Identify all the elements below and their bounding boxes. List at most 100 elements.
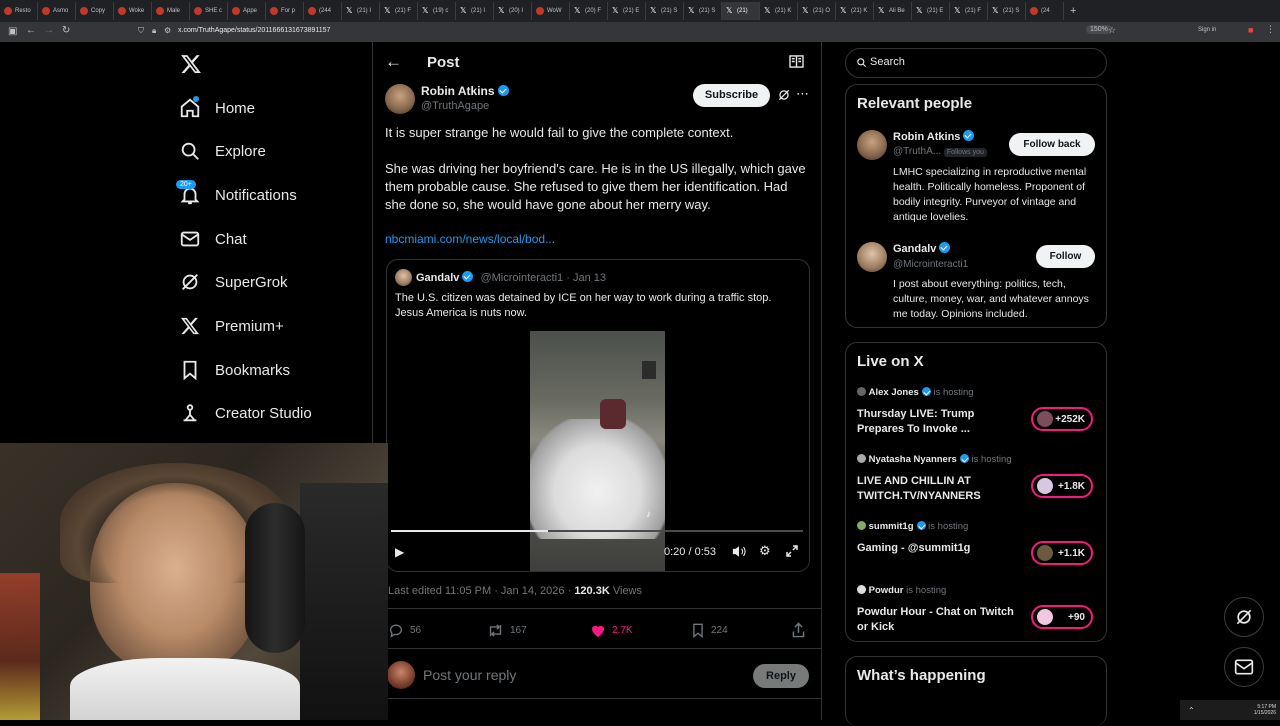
author-avatar[interactable] — [385, 84, 415, 114]
reader-view-icon[interactable] — [789, 55, 804, 68]
fullscreen-icon[interactable] — [786, 545, 798, 557]
messages-floating-button[interactable] — [1224, 647, 1264, 687]
more-icon[interactable]: ⋯ — [796, 86, 809, 102]
author-handle[interactable]: @TruthAgape — [421, 100, 489, 112]
bookmark-action[interactable]: 224 — [691, 623, 728, 638]
subscribe-button[interactable]: Subscribe — [693, 84, 770, 107]
browser-tab[interactable]: 𝕏 (21) E — [608, 2, 646, 20]
live-host-row[interactable]: Alex Jones is hosting — [857, 387, 974, 398]
video-player[interactable]: ♪ ▶ 0:20 / 0:53 ⚙︎ — [387, 331, 809, 571]
reload-icon[interactable]: ↻ — [62, 25, 70, 36]
live-host-row[interactable]: Nyatasha Nyanners is hosting — [857, 454, 1012, 465]
quote-author-handle[interactable]: @Microinteracti1 — [480, 272, 563, 284]
back-arrow-icon[interactable]: ← — [385, 52, 402, 72]
browser-tab[interactable]: 𝕏 (21) O — [798, 2, 836, 20]
repost-action[interactable]: 167 — [487, 623, 527, 638]
browser-tab[interactable]: 𝕏 (21) E — [912, 2, 950, 20]
quote-author-avatar[interactable] — [395, 269, 412, 286]
live-listener-pill[interactable]: +252K — [1031, 407, 1093, 431]
live-title-text[interactable]: LIVE AND CHILLIN AT TWITCH.TV/NYANNERS — [857, 474, 1017, 504]
reply-button[interactable]: Reply — [753, 664, 809, 688]
browser-tab[interactable]: 𝕏 (19) c — [418, 2, 456, 20]
taskbar-clock[interactable]: 5:17 PM 1/15/2026 — [1254, 704, 1276, 716]
browser-tab[interactable]: 𝕏 (21) S — [684, 2, 722, 20]
browser-tab[interactable]: 𝕏 (21) F — [950, 2, 988, 20]
nav-item-creator-studio[interactable]: Creator Studio — [178, 393, 312, 433]
grok-floating-button[interactable] — [1224, 597, 1264, 637]
sidebar-toggle-icon[interactable]: ▣ — [8, 26, 17, 37]
browser-tab[interactable]: 𝕏 (21) I — [456, 2, 494, 20]
quote-date[interactable]: · Jan 13 — [566, 272, 606, 284]
browser-tab[interactable]: WoW — [532, 2, 570, 20]
menu-icon[interactable]: ⋮ — [1266, 24, 1275, 35]
extension-icon[interactable]: ■ — [1248, 25, 1253, 35]
nav-item-bookmarks[interactable]: Bookmarks — [178, 350, 290, 390]
browser-tab[interactable]: For p — [266, 2, 304, 20]
browser-tab[interactable]: 𝕏 (21) K — [760, 2, 798, 20]
nav-item-premium[interactable]: Premium+ — [178, 306, 284, 346]
video-scrubber[interactable] — [391, 530, 803, 532]
person-avatar[interactable] — [857, 242, 887, 272]
quote-author-name[interactable]: Gandalv — [416, 272, 459, 284]
person-name[interactable]: Robin Atkins — [893, 131, 960, 143]
author-name-row[interactable]: Robin Atkins — [421, 84, 509, 98]
browser-tab[interactable]: Appe — [228, 2, 266, 20]
browser-tab[interactable]: Male — [152, 2, 190, 20]
host-name[interactable]: Alex Jones — [869, 387, 919, 398]
share-icon[interactable] — [791, 622, 806, 638]
live-listener-pill[interactable]: +1.1K — [1031, 541, 1093, 565]
signin-button[interactable]: Sign in — [1198, 27, 1216, 33]
person-handle[interactable]: @TruthA... — [893, 146, 941, 157]
new-tab-button[interactable]: + — [1070, 5, 1076, 17]
host-name[interactable]: Powdur — [869, 585, 904, 596]
person-name[interactable]: Gandalv — [893, 243, 936, 255]
person-name-row[interactable]: Gandalv — [893, 242, 951, 255]
browser-tab[interactable]: 𝕏 (21) S — [988, 2, 1026, 20]
settings-gear-icon[interactable]: ⚙︎ — [759, 543, 771, 559]
browser-tab[interactable]: SHE c — [190, 2, 228, 20]
url-input[interactable]: x.com/TruthAgape/status/2011666131673891… — [178, 27, 330, 34]
user-avatar[interactable] — [387, 661, 415, 689]
browser-tab[interactable]: 𝕏 (21) — [722, 2, 760, 20]
quoted-post[interactable]: Gandalv @Microinteracti1 · Jan 13 The U.… — [386, 259, 810, 572]
person-avatar[interactable] — [857, 130, 887, 160]
nav-item-chat[interactable]: Chat — [178, 219, 247, 259]
person-name-row[interactable]: Robin Atkins — [893, 130, 975, 143]
host-name[interactable]: summit1g — [869, 521, 914, 532]
live-title-text[interactable]: Thursday LIVE: Trump Prepares To Invoke … — [857, 407, 1017, 437]
forward-icon[interactable]: → — [44, 25, 54, 36]
bookmark-star-icon[interactable]: ☆ — [1108, 25, 1116, 36]
play-icon[interactable]: ▶ — [395, 545, 404, 559]
browser-tab[interactable]: 𝕏 (21) I — [342, 2, 380, 20]
browser-tab[interactable]: Copy — [76, 2, 114, 20]
author-name[interactable]: Robin Atkins — [421, 84, 495, 98]
nav-item-supergrok[interactable]: SuperGrok — [178, 262, 288, 302]
like-action[interactable]: 2.7K — [590, 623, 633, 638]
lock-icon[interactable]: 🔒︎ — [152, 26, 156, 36]
live-title-text[interactable]: Powdur Hour - Chat on Twitch or Kick — [857, 605, 1022, 635]
back-icon[interactable]: ← — [26, 25, 36, 36]
browser-tab[interactable]: 𝕏 (21) K — [836, 2, 874, 20]
grok-icon[interactable] — [777, 88, 791, 102]
follow-button[interactable]: Follow — [1036, 245, 1095, 268]
browser-tab[interactable]: 𝕏 (21) F — [380, 2, 418, 20]
shield-icon[interactable]: ⛉ — [138, 26, 144, 36]
edited-timestamp[interactable]: Last edited 11:05 PM · Jan 14, 2026 · — [388, 585, 571, 597]
search-box[interactable]: Search — [845, 48, 1107, 78]
browser-tab[interactable]: 𝕏 (21) S — [646, 2, 684, 20]
browser-tab[interactable]: Resto — [0, 2, 38, 20]
nav-item-home[interactable]: Home — [178, 88, 255, 128]
follow-back-button[interactable]: Follow back — [1009, 133, 1095, 156]
browser-tab[interactable]: Asmo — [38, 2, 76, 20]
browser-tab[interactable]: (244 — [304, 2, 342, 20]
browser-tab[interactable]: (24 — [1026, 2, 1064, 20]
browser-tab[interactable]: Woke — [114, 2, 152, 20]
browser-tab[interactable]: 𝕏 (20) F — [570, 2, 608, 20]
host-name[interactable]: Nyatasha Nyanners — [869, 454, 957, 465]
live-listener-pill[interactable]: +1.8K — [1031, 474, 1093, 498]
search-input[interactable]: Search — [870, 56, 905, 68]
browser-tab[interactable]: 𝕏 Ali Be — [874, 2, 912, 20]
tray-chevron-icon[interactable]: ⌃ — [1188, 706, 1195, 715]
live-host-row[interactable]: Powdur is hosting — [857, 585, 946, 596]
browser-tab[interactable]: 𝕏 (20) I — [494, 2, 532, 20]
